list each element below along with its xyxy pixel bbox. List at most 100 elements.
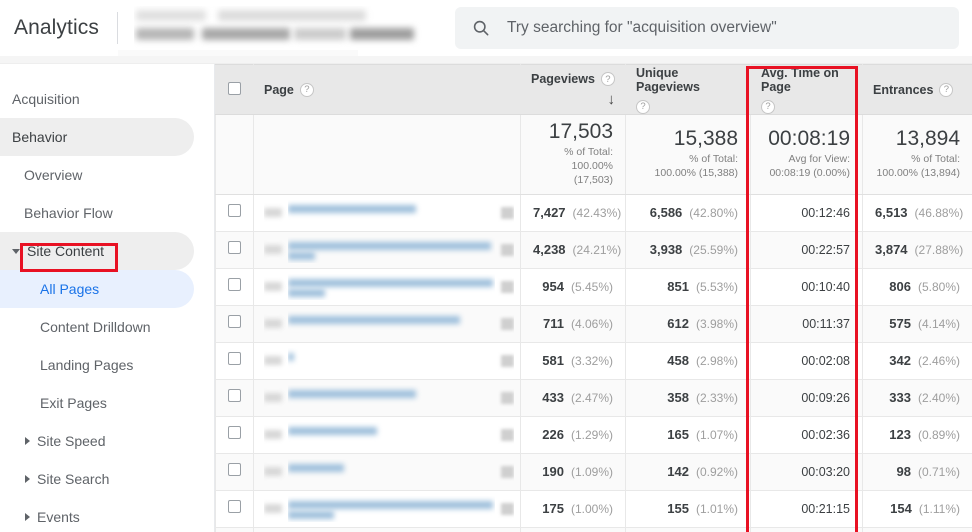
page-cell[interactable]	[254, 490, 521, 527]
table-row[interactable]: 7,427(42.43%)6,586(42.80%)00:12:466,513(…	[216, 194, 972, 231]
column-header-pageviews[interactable]: Pageviews?↓	[521, 65, 626, 115]
table-row[interactable]: 581(3.32%)458(2.98%)00:02:08342(2.46%)	[216, 342, 972, 379]
cell-entrances: 806(5.80%)	[863, 268, 972, 305]
open-page-icon-blurred[interactable]	[501, 207, 514, 219]
help-icon[interactable]: ?	[636, 100, 650, 114]
sidebar-item-exit-pages[interactable]: Exit Pages	[0, 384, 214, 422]
row-checkbox[interactable]	[228, 315, 241, 328]
column-header-label: Unique Pageviews	[636, 66, 740, 94]
row-select-cell[interactable]	[216, 416, 254, 453]
cell-unique: 142(0.92%)	[626, 453, 751, 490]
metric-percent: (24.21%)	[573, 243, 622, 257]
page-path-link-blurred[interactable]	[288, 459, 495, 485]
row-select-cell[interactable]	[216, 194, 254, 231]
open-page-icon-blurred[interactable]	[501, 503, 514, 515]
row-select-cell[interactable]	[216, 342, 254, 379]
help-icon[interactable]: ?	[761, 100, 775, 114]
page-cell[interactable]	[254, 379, 521, 416]
page-path-link-blurred[interactable]	[288, 385, 495, 411]
open-page-icon-blurred[interactable]	[501, 392, 514, 404]
row-select-cell[interactable]	[216, 305, 254, 342]
page-cell[interactable]	[254, 305, 521, 342]
row-select-cell[interactable]	[216, 490, 254, 527]
column-header-unique[interactable]: Unique Pageviews?	[626, 65, 751, 115]
row-select-cell[interactable]	[216, 268, 254, 305]
page-cell[interactable]	[254, 527, 521, 532]
sidebar-item-events[interactable]: Events	[0, 498, 214, 532]
table-row[interactable]: 226(1.29%)165(1.07%)00:02:36123(0.89%)	[216, 416, 972, 453]
column-header-avgtime[interactable]: Avg. Time on Page?	[751, 65, 863, 115]
page-path-link-blurred[interactable]	[288, 348, 495, 374]
metric-percent: (2.33%)	[696, 391, 738, 405]
page-path-link-blurred[interactable]	[288, 422, 495, 448]
sidebar-item-behavior[interactable]: Behavior	[0, 118, 194, 156]
sidebar-item-all-pages[interactable]: All Pages	[0, 270, 194, 308]
cell-avgtime: 00:22:57	[751, 231, 863, 268]
analytics-logo[interactable]: Analytics	[0, 16, 117, 40]
sidebar-item-landing-pages[interactable]: Landing Pages	[0, 346, 214, 384]
sidebar-item-site-search[interactable]: Site Search	[0, 460, 214, 498]
sidebar-item-overview[interactable]: Overview	[0, 156, 214, 194]
sidebar-item-acquisition[interactable]: Acquisition	[0, 80, 214, 118]
metric-value: 142	[667, 464, 689, 479]
row-checkbox[interactable]	[228, 500, 241, 513]
account-property-selector-blurred[interactable]	[134, 6, 434, 50]
help-icon[interactable]: ?	[601, 72, 615, 86]
row-index-blurred	[264, 393, 282, 402]
page-cell[interactable]	[254, 453, 521, 490]
page-cell[interactable]	[254, 194, 521, 231]
search-input-placeholder[interactable]: Try searching for "acquisition overview"	[507, 19, 777, 37]
row-select-cell[interactable]	[216, 527, 254, 532]
row-select-cell[interactable]	[216, 379, 254, 416]
table-row[interactable]: 4,238(24.21%)3,938(25.59%)00:22:573,874(…	[216, 231, 972, 268]
column-header-page[interactable]: Page?	[254, 65, 521, 115]
column-header-entrances[interactable]: Entrances?	[863, 65, 972, 115]
row-index-blurred	[264, 356, 282, 365]
cell-unique: 612(3.98%)	[626, 305, 751, 342]
page-cell[interactable]	[254, 416, 521, 453]
row-select-cell[interactable]	[216, 453, 254, 490]
sidebar-item-label: Exit Pages	[40, 396, 107, 410]
search-bar[interactable]: Try searching for "acquisition overview"	[455, 7, 959, 49]
table-row[interactable]: 711(4.06%)612(3.98%)00:11:37575(4.14%)	[216, 305, 972, 342]
row-checkbox[interactable]	[228, 352, 241, 365]
row-checkbox[interactable]	[228, 278, 241, 291]
table-row[interactable]: 190(1.09%)142(0.92%)00:03:2098(0.71%)	[216, 453, 972, 490]
table-row[interactable]: 954(5.45%)851(5.53%)00:10:40806(5.80%)	[216, 268, 972, 305]
row-checkbox[interactable]	[228, 204, 241, 217]
table-row[interactable]: 174(0.99%)92(0.60%)00:01:2219(0.14%)	[216, 527, 972, 532]
open-page-icon-blurred[interactable]	[501, 244, 514, 256]
select-all-header-cell[interactable]	[216, 65, 254, 115]
open-page-icon-blurred[interactable]	[501, 318, 514, 330]
open-page-icon-blurred[interactable]	[501, 355, 514, 367]
page-cell[interactable]	[254, 231, 521, 268]
cell-pageviews: 175(1.00%)	[521, 490, 626, 527]
page-path-link-blurred[interactable]	[288, 237, 495, 263]
table-row[interactable]: 175(1.00%)155(1.01%)00:21:15154(1.11%)	[216, 490, 972, 527]
page-path-link-blurred[interactable]	[288, 311, 495, 337]
select-all-checkbox[interactable]	[228, 82, 241, 95]
table-row[interactable]: 433(2.47%)358(2.33%)00:09:26333(2.40%)	[216, 379, 972, 416]
row-select-cell[interactable]	[216, 231, 254, 268]
help-icon[interactable]: ?	[939, 83, 953, 97]
page-cell[interactable]	[254, 342, 521, 379]
page-path-link-blurred[interactable]	[288, 496, 495, 522]
row-checkbox[interactable]	[228, 426, 241, 439]
sidebar-item-content-drilldown[interactable]: Content Drilldown	[0, 308, 214, 346]
row-checkbox[interactable]	[228, 241, 241, 254]
page-path-link-blurred[interactable]	[288, 274, 495, 300]
open-page-icon-blurred[interactable]	[501, 429, 514, 441]
sort-descending-icon[interactable]: ↓	[608, 92, 616, 107]
open-page-icon-blurred[interactable]	[501, 281, 514, 293]
row-checkbox[interactable]	[228, 463, 241, 476]
sidebar-item-site-speed[interactable]: Site Speed	[0, 422, 214, 460]
sidebar-item-behavior-flow[interactable]: Behavior Flow	[0, 194, 214, 232]
row-checkbox[interactable]	[228, 389, 241, 402]
help-icon[interactable]: ?	[300, 83, 314, 97]
metric-value: 00:22:57	[801, 243, 850, 257]
page-cell[interactable]	[254, 268, 521, 305]
sidebar-item-site-content[interactable]: Site Content	[0, 232, 194, 270]
summary-total: 100.00% (17,503)	[533, 159, 613, 187]
open-page-icon-blurred[interactable]	[501, 466, 514, 478]
page-path-link-blurred[interactable]	[288, 200, 495, 226]
